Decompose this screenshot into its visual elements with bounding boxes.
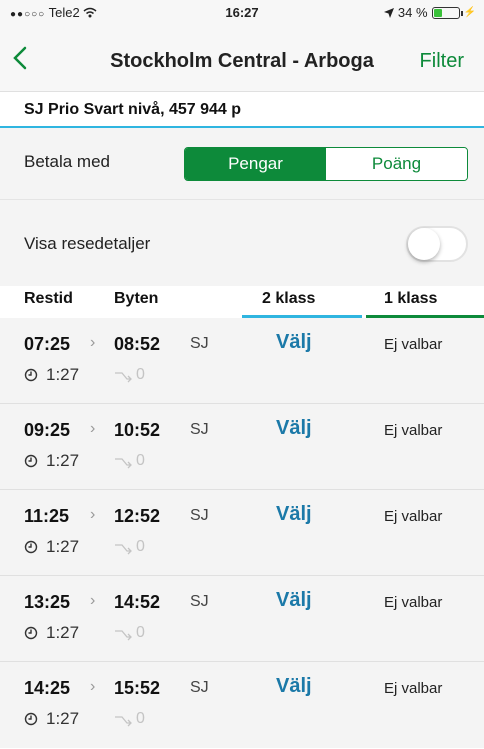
transfer-icon — [115, 458, 132, 469]
operator: SJ — [190, 507, 209, 524]
departure-time: 14:25 — [24, 678, 71, 698]
status-right: 34 % ⚡ — [383, 5, 476, 20]
select-2nd-class-button[interactable]: Välj — [276, 503, 312, 526]
first-class-status: Ej valbar — [384, 680, 443, 697]
change-count: 0 — [136, 452, 145, 469]
payment-option-points[interactable]: Poäng — [326, 148, 467, 180]
first-class-status: Ej valbar — [384, 422, 443, 439]
details-toggle[interactable] — [406, 226, 468, 262]
clock-icon — [24, 454, 38, 468]
departure-time: 13:25 — [24, 592, 71, 612]
arrival-time: 10:52 — [114, 420, 161, 440]
battery-percent: 34 % — [397, 5, 428, 20]
select-2nd-class-button[interactable]: Välj — [276, 589, 312, 612]
filter-button[interactable]: Filter — [420, 50, 464, 73]
transfer-icon — [115, 630, 132, 641]
nav-bar: Stockholm Central - Arboga Filter — [0, 26, 484, 92]
operator: SJ — [190, 421, 209, 438]
status-bar: ●●○○○ Tele2 16:27 34 % ⚡ — [0, 0, 484, 26]
departure-time: 09:25 — [24, 420, 71, 440]
account-banner: SJ Prio Svart nivå, 457 944 p — [0, 92, 484, 128]
charging-icon: ⚡ — [463, 7, 476, 18]
toggle-knob — [408, 228, 440, 260]
change-count: 0 — [136, 624, 145, 641]
operator: SJ — [190, 679, 209, 696]
duration: 1:27 — [46, 709, 80, 728]
payment-segmented-control: Pengar Poäng — [184, 147, 468, 181]
journey-row[interactable]: 14:25 › 15:52 SJ Välj Ej valbar 1:27 0 — [0, 662, 484, 748]
arrival-time: 14:52 — [114, 592, 161, 612]
duration: 1:27 — [46, 451, 80, 470]
select-2nd-class-button[interactable]: Välj — [276, 675, 312, 698]
departure-time: 11:25 — [24, 506, 70, 526]
transfer-icon — [115, 372, 132, 383]
duration: 1:27 — [46, 623, 80, 642]
operator: SJ — [190, 335, 209, 352]
header-restid: Restid — [24, 290, 73, 307]
arrival-time: 15:52 — [114, 678, 161, 698]
select-2nd-class-button[interactable]: Välj — [276, 331, 312, 354]
chevron-right-icon: › — [90, 592, 96, 609]
account-info: SJ Prio Svart nivå, 457 944 p — [24, 101, 242, 118]
arrival-time: 08:52 — [114, 334, 161, 354]
location-arrow-icon — [383, 7, 394, 18]
payment-label: Betala med — [24, 152, 110, 171]
chevron-right-icon: › — [90, 678, 96, 695]
duration: 1:27 — [46, 537, 80, 556]
journey-row[interactable]: 07:25 › 08:52 SJ Välj Ej valbar 1:27 0 — [0, 318, 484, 404]
first-class-status: Ej valbar — [384, 336, 443, 353]
details-row: Visa resedetaljer — [0, 200, 484, 286]
change-count: 0 — [136, 710, 145, 727]
clock-icon — [24, 540, 38, 554]
payment-row: Betala med Pengar Poäng — [0, 128, 484, 200]
chevron-right-icon: › — [90, 334, 96, 351]
details-label: Visa resedetaljer — [24, 234, 151, 253]
change-count: 0 — [136, 366, 145, 383]
arrival-time: 12:52 — [114, 506, 161, 526]
journey-row[interactable]: 09:25 › 10:52 SJ Välj Ej valbar 1:27 0 — [0, 404, 484, 490]
battery-fill — [433, 8, 442, 17]
transfer-icon — [115, 716, 132, 727]
clock-icon — [24, 712, 38, 726]
payment-option-money[interactable]: Pengar — [185, 148, 326, 180]
chevron-right-icon: › — [90, 420, 96, 437]
battery-icon — [431, 6, 463, 19]
journey-row[interactable]: 11:25 › 12:52 SJ Välj Ej valbar 1:27 0 — [0, 490, 484, 576]
header-1-klass: 1 klass — [384, 290, 438, 307]
header-byten: Byten — [114, 290, 159, 307]
transfer-icon — [115, 544, 132, 555]
column-header: Restid Byten 2 klass 1 klass — [0, 286, 484, 318]
chevron-right-icon: › — [90, 506, 96, 523]
first-class-status: Ej valbar — [384, 594, 443, 611]
page-title: Stockholm Central - Arboga — [110, 50, 374, 72]
operator: SJ — [190, 593, 209, 610]
journey-row[interactable]: 13:25 › 14:52 SJ Välj Ej valbar 1:27 0 — [0, 576, 484, 662]
header-2-klass: 2 klass — [262, 290, 316, 307]
duration: 1:27 — [46, 365, 80, 384]
clock-icon — [24, 368, 38, 382]
first-class-status: Ej valbar — [384, 508, 443, 525]
select-2nd-class-button[interactable]: Välj — [276, 417, 312, 440]
departure-time: 07:25 — [24, 334, 71, 354]
change-count: 0 — [136, 538, 145, 555]
clock-icon — [24, 626, 38, 640]
